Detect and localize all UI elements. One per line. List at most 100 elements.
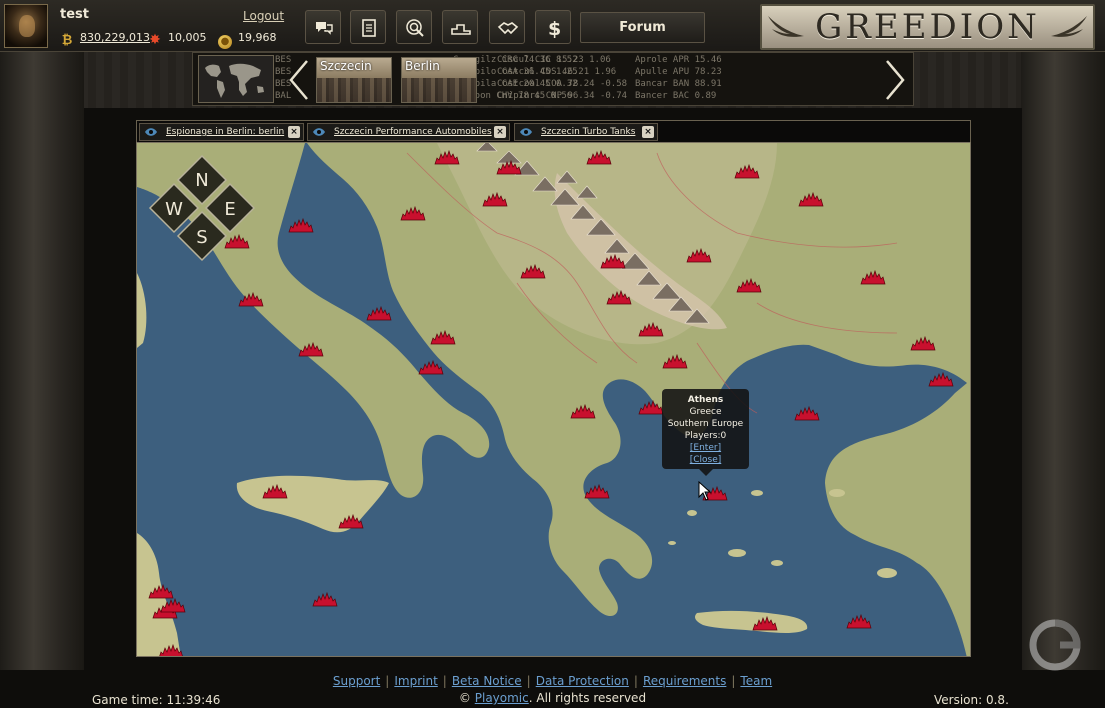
city-marker-icon[interactable] [845,613,873,629]
city-marker-icon[interactable] [605,289,633,305]
money-value[interactable]: 830,229,013 [80,31,150,44]
support-link[interactable]: Support [333,674,380,688]
eye-icon [520,128,532,136]
playomic-link[interactable]: Playomic [475,691,529,705]
city-thumb-berlin[interactable]: Berlin [401,57,477,103]
city-marker-icon[interactable] [297,341,325,357]
money-icon: ₿ [61,33,73,48]
greedion-logo[interactable]: GREEDION [760,4,1095,50]
city-marker-icon[interactable] [735,277,763,293]
city-marker-icon[interactable] [237,291,265,307]
city-thumb-label: Berlin [405,59,440,73]
forum-button[interactable]: Forum [580,12,705,43]
city-marker-icon[interactable] [287,217,315,233]
team-link[interactable]: Team [740,674,772,688]
city-marker-icon[interactable] [685,247,713,263]
gold-stat: ● 19,968 [218,31,277,49]
world-map-icon [205,63,264,98]
eye-icon [145,128,157,136]
city-marker-icon[interactable] [365,305,393,321]
tab-szczecin-automobiles[interactable]: Szczecin Performance Automobiles × [307,123,510,141]
tab-label: Szczecin Performance Automobiles [334,127,492,137]
world-map-view[interactable]: N S W E Athens Greece Southern Europe Pl… [136,142,971,657]
imprint-link[interactable]: Imprint [394,674,437,688]
mouse-cursor-icon [698,481,712,501]
city-marker-icon[interactable] [223,233,251,249]
city-marker-icon[interactable] [399,205,427,221]
city-marker-icon[interactable] [261,483,289,499]
city-marker-icon[interactable] [417,359,445,375]
city-marker-icon[interactable] [797,191,825,207]
tab-close-icon[interactable]: × [494,126,506,138]
city-marker-icon[interactable] [859,269,887,285]
targets-button[interactable] [396,10,432,44]
tab-label: Szczecin Turbo Tanks [541,127,636,137]
city-marker-icon[interactable] [429,329,457,345]
svg-text:$: $ [548,18,561,39]
right-pillar [1021,52,1105,670]
tab-label: Espionage in Berlin: berlin [166,127,285,137]
city-tooltip: Athens Greece Southern Europe Players:0 … [662,389,749,476]
left-pillar [0,52,84,670]
city-marker-icon[interactable] [751,615,779,631]
messages-button[interactable] [305,10,341,44]
city-marker-icon[interactable] [637,321,665,337]
target-icon [406,19,424,37]
city-thumb-szczecin[interactable]: Szczecin [316,57,392,103]
player-avatar[interactable] [4,4,48,48]
requirements-link[interactable]: Requirements [643,674,726,688]
gameguru-watermark-icon [1029,619,1081,671]
logo-text: GREEDION [815,7,1040,47]
city-strip: BES Carrgilz CRG 74.36 8.52 Ciscul CIC 15.… [192,52,914,106]
tooltip-players: Players:0 [684,431,727,441]
money-stat: ₿ 830,229,013 [60,31,150,48]
city-marker-icon[interactable] [637,399,665,415]
city-marker-icon[interactable] [733,163,761,179]
username: test [60,7,89,22]
world-map-thumbnail[interactable] [198,55,274,103]
strip-prev-arrow[interactable] [287,59,311,101]
city-marker-icon[interactable] [585,149,613,165]
city-marker-icon[interactable] [793,405,821,421]
city-marker-icon[interactable] [481,191,509,207]
handshake-icon [497,22,519,35]
city-marker-icon[interactable] [927,371,955,387]
tab-szczecin-tanks[interactable]: Szczecin Turbo Tanks × [514,123,658,141]
strip-next-arrow[interactable] [883,59,907,101]
reputation-star-icon: ✸ [149,32,161,48]
city-marker-icon[interactable] [159,597,187,613]
deals-button[interactable] [489,10,525,44]
city-marker-icon[interactable] [909,335,937,351]
city-marker-icon[interactable] [583,483,611,499]
gold-coin-icon: ● [218,35,232,49]
logout-link[interactable]: Logout [243,9,284,23]
tab-close-icon[interactable]: × [288,126,300,138]
city-marker-icon[interactable] [569,403,597,419]
tab-close-icon[interactable]: × [642,126,654,138]
finance-button[interactable]: $ [535,10,571,44]
city-marker-icon[interactable] [157,643,185,657]
reputation-value: 10,005 [168,31,207,44]
tooltip-enter-link[interactable]: [Enter] [662,442,749,454]
city-marker-icon[interactable] [433,149,461,165]
compass-n-label: N [195,170,208,191]
city-marker-icon[interactable] [519,263,547,279]
city-marker-icon[interactable] [311,591,339,607]
city-marker-icon[interactable] [337,513,365,529]
clipboard-icon [362,19,376,37]
top-bar: test Logout ₿ 830,229,013 ✸ 10,005 ● 19,968 [0,0,1105,52]
eye-icon [313,128,325,136]
reports-button[interactable] [350,10,386,44]
city-marker-icon[interactable] [661,353,689,369]
city-marker-icon[interactable] [495,159,523,175]
city-marker-icon[interactable] [599,253,627,269]
compass-s-label: S [196,227,207,248]
gold-value: 19,968 [238,31,277,44]
eagle-wing-right-icon [1051,16,1087,37]
data-protection-link[interactable]: Data Protection [536,674,629,688]
tab-espionage-berlin[interactable]: Espionage in Berlin: berlin × [139,123,304,141]
tooltip-close-link[interactable]: [Close] [662,454,749,466]
beta-notice-link[interactable]: Beta Notice [452,674,522,688]
dollar-icon: $ [548,18,561,39]
ranking-button[interactable] [442,10,478,44]
